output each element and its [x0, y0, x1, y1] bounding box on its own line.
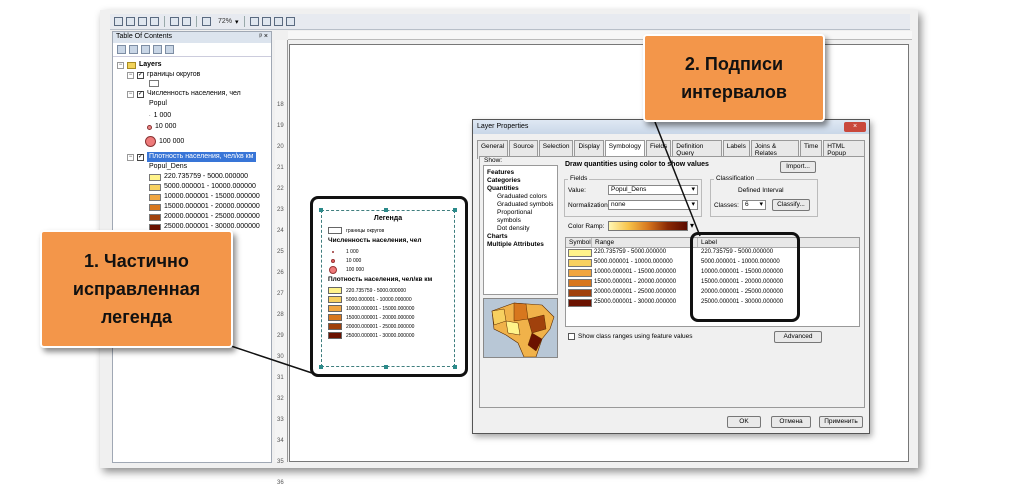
- ruler-tick-label: 36: [277, 480, 284, 486]
- callout-line: интервалов: [681, 82, 787, 102]
- callout-line: легенда: [100, 307, 173, 327]
- callout-partial-legend: 1. Частично исправленная легенда: [40, 230, 233, 348]
- callout-interval-labels: 2. Подписи интервалов: [643, 34, 825, 122]
- left-connector-line: [224, 343, 313, 374]
- callout-line: 1. Частично: [84, 251, 189, 271]
- callout-line: 2. Подписи: [684, 54, 784, 74]
- right-connector-line: [654, 121, 701, 237]
- callout-line: исправленная: [72, 279, 201, 299]
